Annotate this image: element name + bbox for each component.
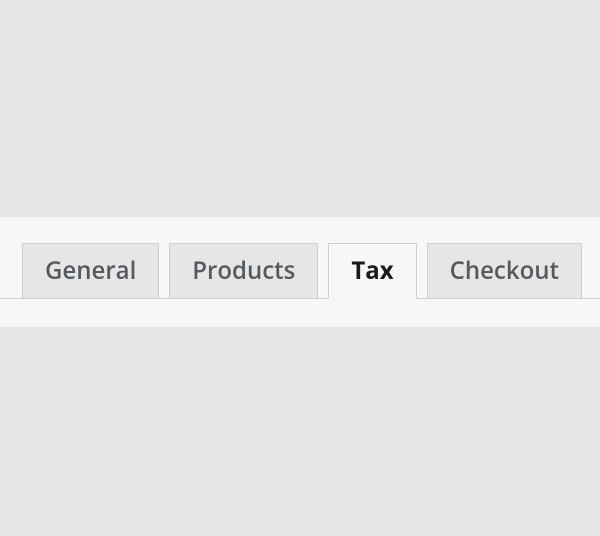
tab-checkout[interactable]: Checkout <box>427 243 582 299</box>
tab-label: Checkout <box>450 259 559 283</box>
tab-label: General <box>45 259 136 283</box>
settings-screen: General Products Tax Checkout <box>0 0 600 536</box>
tab-label: Products <box>192 259 295 283</box>
tab-products[interactable]: Products <box>169 243 318 299</box>
tab-tax[interactable]: Tax <box>328 243 416 299</box>
tab-general[interactable]: General <box>22 243 159 299</box>
tabbar: General Products Tax Checkout <box>22 243 600 299</box>
tabbar-panel: General Products Tax Checkout <box>0 217 600 327</box>
tab-label: Tax <box>351 259 393 283</box>
